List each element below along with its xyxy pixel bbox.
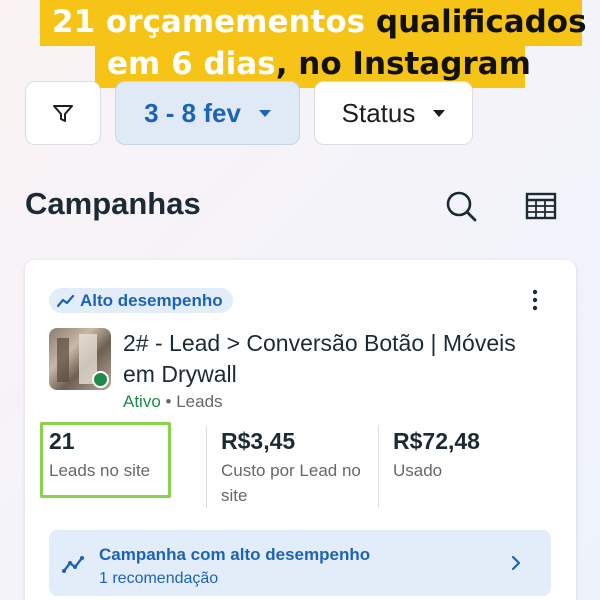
headline-text: , no Instagram — [275, 46, 531, 82]
metric-cost-per-lead: R$3,45 Custo por Lead no site — [221, 426, 381, 508]
performance-badge-label: Alto desempenho — [80, 290, 223, 310]
recommendation-subtitle: 1 recomendação — [99, 570, 219, 587]
headline-text: qualificados — [375, 4, 587, 40]
status-dropdown[interactable]: Status — [314, 81, 473, 145]
trend-icon — [57, 294, 75, 307]
metric-label: Usado — [393, 461, 443, 480]
metric-spent: R$72,48 Usado — [393, 426, 480, 483]
headline-line-1: 21 orçamementos qualificados — [40, 0, 587, 46]
campaign-objective: Leads — [176, 392, 223, 411]
filter-icon — [53, 105, 73, 122]
status-label: Status — [341, 97, 416, 128]
chevron-right-icon — [511, 555, 521, 571]
date-range-label: 3 - 8 fev — [144, 97, 241, 128]
search-icon[interactable] — [444, 189, 478, 223]
headline-highlight: em — [107, 46, 172, 82]
metric-divider — [378, 426, 379, 508]
table-icon[interactable] — [524, 189, 558, 223]
meta-separator: • — [165, 392, 172, 411]
campaign-meta: Ativo • Leads — [123, 392, 223, 412]
more-icon[interactable] — [527, 288, 543, 312]
chevron-down-icon — [258, 109, 271, 117]
campaign-status: Ativo — [123, 392, 161, 411]
filter-button[interactable] — [25, 81, 101, 145]
recommendation-title: Campanha com alto desempenho — [99, 545, 371, 564]
metric-value: R$3,45 — [221, 428, 296, 454]
recommendation-banner[interactable]: Campanha com alto desempenho 1 recomenda… — [49, 530, 551, 596]
metric-divider — [206, 426, 207, 508]
campaign-card[interactable]: Alto desempenho 2# - Lead > Conversão Bo… — [25, 260, 576, 600]
page-title: Campanhas — [25, 186, 201, 221]
metric-label: Custo por Lead no site — [221, 461, 361, 505]
trend-icon — [62, 556, 84, 573]
headline-highlight: 21 orçamementos — [52, 4, 376, 40]
active-status-dot — [92, 371, 109, 388]
headline-highlight: 6 dias — [171, 46, 276, 82]
chevron-down-icon — [433, 109, 446, 117]
performance-badge: Alto desempenho — [49, 288, 233, 313]
metric-value: R$72,48 — [393, 428, 480, 454]
date-range-dropdown[interactable]: 3 - 8 fev — [115, 81, 300, 145]
headline-banner: 21 orçamementos qualificados em 6 dias, … — [0, 0, 600, 92]
highlight-box — [40, 422, 171, 498]
campaign-title[interactable]: 2# - Lead > Conversão Botão | Móveis em … — [123, 328, 553, 390]
